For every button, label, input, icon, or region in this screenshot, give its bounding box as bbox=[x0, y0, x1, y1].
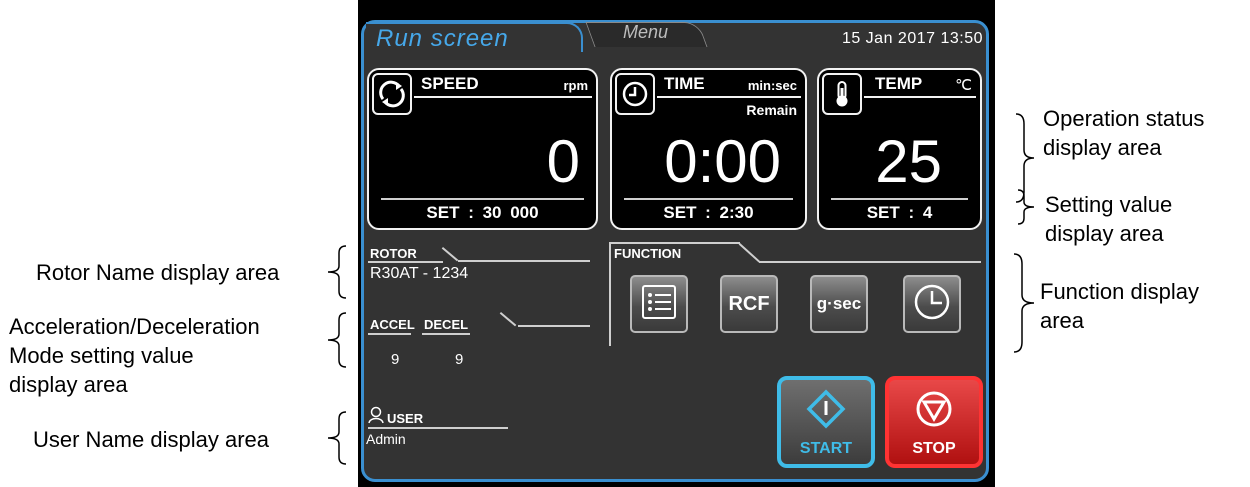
temp-label: TEMP bbox=[875, 74, 923, 93]
start-label: START bbox=[799, 440, 853, 457]
speed-status-box: SPEED rpm 0 SET : 30 000 bbox=[367, 68, 598, 230]
accel-underline bbox=[368, 333, 411, 335]
annotation-operation-status: Operation status display area bbox=[1043, 104, 1204, 162]
temp-value: 25 bbox=[875, 128, 942, 195]
rotor-name: R30AT - 1234 bbox=[370, 265, 469, 282]
start-icon bbox=[806, 389, 846, 434]
time-unit: min:sec bbox=[747, 78, 797, 93]
start-button[interactable]: START bbox=[777, 376, 875, 468]
annotation-setting-value-line1: Setting value bbox=[1045, 192, 1173, 217]
decel-value: 9 bbox=[455, 351, 464, 368]
brace-accel-decel bbox=[327, 312, 347, 368]
user-underline bbox=[368, 427, 508, 429]
speed-header-line bbox=[414, 96, 592, 98]
brace-function-display bbox=[1013, 253, 1035, 353]
annotation-accel-decel: Acceleration/Deceleration Mode setting v… bbox=[9, 312, 260, 399]
datetime: 15 Jan 2017 13:50 bbox=[841, 30, 983, 47]
function-rcf-button[interactable]: RCF bbox=[720, 275, 778, 333]
stop-icon bbox=[914, 389, 954, 434]
annotation-accel-decel-line1: Acceleration/Deceleration bbox=[9, 314, 260, 339]
decel-underline bbox=[422, 333, 470, 335]
time-label: TIME bbox=[664, 74, 705, 93]
gsec-button-label: g·sec bbox=[816, 294, 862, 313]
thermometer-icon bbox=[822, 73, 862, 115]
annotation-operation-status-line1: Operation status bbox=[1043, 106, 1205, 131]
speed-unit: rpm bbox=[563, 78, 588, 93]
accel-label: ACCEL bbox=[370, 317, 415, 332]
decel-label: DECEL bbox=[424, 317, 469, 332]
tab-run-screen-label: Run screen bbox=[376, 25, 509, 52]
annotation-setting-value-line2: display area bbox=[1045, 221, 1164, 246]
brace-setting-value bbox=[1017, 189, 1035, 225]
function-timer-button[interactable] bbox=[903, 275, 961, 333]
device-screen: Run screen Menu 15 Jan 2017 13:50 SPEED … bbox=[358, 0, 995, 487]
annotation-setting-value: Setting value display area bbox=[1045, 190, 1172, 248]
time-divider bbox=[624, 198, 793, 200]
rotation-icon bbox=[372, 73, 412, 115]
function-header-tail bbox=[759, 261, 981, 263]
annotation-function-display: Function display area bbox=[1040, 277, 1199, 335]
annotation-function-display-line1: Function display bbox=[1040, 279, 1199, 304]
time-set-value: SET : 2:30 bbox=[663, 203, 754, 222]
stop-label: STOP bbox=[912, 440, 956, 457]
rotor-label: ROTOR bbox=[370, 246, 417, 261]
user-label: USER bbox=[387, 411, 424, 426]
accel-value: 9 bbox=[391, 351, 400, 368]
annotation-rotor-name: Rotor Name display area bbox=[36, 260, 280, 285]
clock-icon bbox=[912, 282, 952, 327]
user-icon bbox=[368, 406, 384, 429]
function-left-border bbox=[609, 242, 611, 346]
temp-set-value: SET : 4 bbox=[866, 203, 933, 222]
annotation-user-name: User Name display area bbox=[33, 427, 269, 452]
brace-rotor-name bbox=[327, 245, 347, 299]
time-remain-label: Remain bbox=[746, 102, 797, 118]
function-gsec-button[interactable]: g·sec bbox=[810, 275, 868, 333]
annotation-function-display-line2: area bbox=[1040, 308, 1085, 333]
rcf-button-label: RCF bbox=[728, 292, 770, 315]
list-icon bbox=[641, 284, 677, 325]
stop-button[interactable]: STOP bbox=[885, 376, 983, 468]
function-label: FUNCTION bbox=[614, 246, 682, 261]
speed-label: SPEED bbox=[421, 74, 479, 93]
time-value: 0:00 bbox=[664, 128, 781, 195]
temp-divider bbox=[831, 198, 968, 200]
function-header-top bbox=[610, 242, 740, 244]
speed-set-value: SET : 30 000 bbox=[426, 203, 539, 222]
clock-icon bbox=[615, 73, 655, 115]
annotation-accel-decel-line3: display area bbox=[9, 372, 128, 397]
temp-header-line bbox=[864, 96, 976, 98]
tab-menu-label-wrap[interactable]: Menu bbox=[590, 22, 701, 46]
user-name: Admin bbox=[366, 431, 406, 447]
time-status-box: TIME min:sec Remain 0:00 SET : 2:30 bbox=[610, 68, 807, 230]
temp-status-box: TEMP ℃ 25 SET : 4 bbox=[817, 68, 982, 230]
tab-menu-label: Menu bbox=[622, 22, 669, 42]
function-list-button[interactable] bbox=[630, 275, 688, 333]
time-header-line bbox=[657, 96, 801, 98]
rotor-header-line bbox=[368, 261, 443, 263]
annotation-accel-decel-line2: Mode setting value bbox=[9, 343, 194, 368]
tab-run-screen[interactable]: Run screen bbox=[366, 22, 583, 52]
temp-unit: ℃ bbox=[955, 77, 972, 94]
brace-user-name bbox=[327, 411, 347, 465]
speed-value: 0 bbox=[546, 128, 580, 195]
speed-divider bbox=[381, 198, 584, 200]
accel-header-tail bbox=[518, 325, 590, 327]
annotation-operation-status-line2: display area bbox=[1043, 135, 1162, 160]
rotor-header-tail bbox=[458, 260, 590, 262]
